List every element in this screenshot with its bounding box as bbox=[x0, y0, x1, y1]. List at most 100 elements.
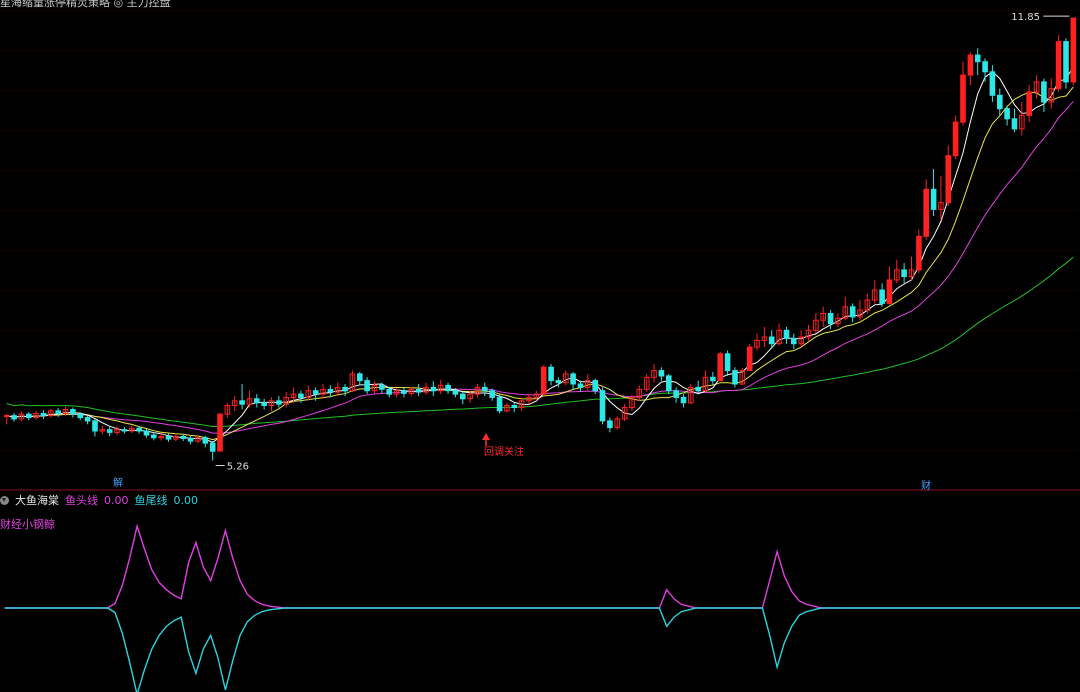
candle-body bbox=[599, 390, 606, 422]
indicator-side-label: 财经小钢鲸 bbox=[0, 518, 55, 531]
candle-body bbox=[607, 420, 613, 429]
candle-body bbox=[879, 289, 885, 304]
fish-head-value: 0.00 bbox=[104, 493, 129, 507]
ma60-line bbox=[6, 256, 1074, 428]
candle-body bbox=[1041, 81, 1047, 103]
candle-body bbox=[92, 420, 98, 432]
candle-body bbox=[106, 429, 113, 433]
candle-body bbox=[930, 188, 937, 210]
candle-body bbox=[180, 435, 186, 439]
candle-body bbox=[239, 400, 245, 405]
candle-body bbox=[945, 155, 952, 204]
candle-body bbox=[768, 336, 775, 345]
candle-body bbox=[452, 390, 459, 395]
candle-body bbox=[592, 380, 599, 392]
candle-body bbox=[548, 366, 554, 382]
candle-body bbox=[960, 74, 966, 123]
candle-body bbox=[496, 396, 503, 412]
candle-body bbox=[570, 373, 576, 385]
candle-body bbox=[187, 437, 194, 442]
candle-body bbox=[254, 398, 260, 404]
candle-body bbox=[276, 400, 282, 405]
candle-body bbox=[746, 346, 753, 372]
ma20-line bbox=[6, 100, 1074, 434]
ma10-line bbox=[6, 86, 1074, 441]
candle-body bbox=[555, 380, 562, 384]
candle-body bbox=[1055, 41, 1062, 90]
candle-body bbox=[1011, 118, 1018, 130]
price-high-label: 11.85 bbox=[1011, 12, 1040, 23]
candle-body bbox=[26, 413, 32, 419]
candle-body bbox=[658, 370, 665, 377]
ma5-line bbox=[6, 66, 1074, 443]
candle-body bbox=[55, 410, 62, 415]
fish-tail-line bbox=[4, 607, 1080, 692]
marker-right: 财 bbox=[921, 479, 931, 492]
candle-body bbox=[577, 383, 584, 388]
candle-body bbox=[916, 235, 922, 271]
candle-body bbox=[165, 435, 172, 440]
candle-body bbox=[84, 417, 91, 422]
chart-top-caption: 星海缩量涨停精灵策略 ◎ 主力控盘 bbox=[0, 0, 171, 9]
candle-body bbox=[202, 437, 209, 444]
candle-body bbox=[415, 388, 422, 393]
fish-tail-label: 鱼尾线 bbox=[134, 494, 168, 507]
candle-body bbox=[1070, 17, 1077, 83]
candle-body bbox=[989, 71, 996, 96]
candle-body bbox=[952, 121, 959, 157]
candle-body bbox=[982, 61, 988, 73]
candle-body bbox=[151, 434, 157, 439]
indicator-name: 大鱼海棠 bbox=[15, 494, 59, 507]
candle-body bbox=[357, 373, 363, 382]
candle-body bbox=[673, 390, 679, 398]
candle-body bbox=[886, 279, 893, 304]
candle-body bbox=[724, 353, 731, 372]
candle-body bbox=[540, 366, 547, 395]
candle-body bbox=[70, 409, 76, 415]
candle-body bbox=[1063, 41, 1069, 83]
indicator-header: 大鱼海棠 鱼头线 0.00 鱼尾线 0.00 bbox=[0, 492, 198, 508]
candle-body bbox=[11, 415, 17, 420]
collapse-circle-icon[interactable] bbox=[0, 495, 9, 505]
candle-body bbox=[974, 54, 981, 63]
candle-body bbox=[379, 384, 385, 390]
fish-tail-value: 0.00 bbox=[173, 493, 199, 507]
candle-body bbox=[298, 393, 304, 399]
fish-head-line bbox=[4, 523, 1080, 609]
stock-chart-canvas: 11.85 5.26 回调关注解 财 bbox=[0, 9, 1080, 692]
candle-body bbox=[666, 375, 672, 392]
candle-body bbox=[136, 427, 142, 432]
price-low-label: 5.26 bbox=[227, 462, 249, 473]
candle-body bbox=[445, 384, 451, 392]
candle-body bbox=[849, 306, 856, 318]
candle-body bbox=[401, 390, 407, 394]
candle-body bbox=[827, 313, 834, 325]
candle-body bbox=[261, 402, 267, 406]
up-arrow-icon bbox=[482, 433, 490, 440]
candle-body bbox=[386, 388, 392, 395]
candle-body bbox=[482, 386, 488, 392]
candle-body bbox=[1026, 91, 1033, 116]
candle-body bbox=[460, 393, 466, 400]
candle-body bbox=[710, 376, 716, 382]
candle-body bbox=[489, 390, 495, 398]
candle-body bbox=[342, 386, 348, 392]
candle-body bbox=[680, 396, 687, 404]
candle-body bbox=[695, 386, 702, 392]
candle-body bbox=[997, 94, 1003, 110]
candle-body bbox=[923, 188, 930, 237]
fish-head-label: 鱼头线 bbox=[65, 494, 98, 507]
candle-body bbox=[312, 390, 319, 395]
marker-left: 解 bbox=[113, 476, 123, 489]
candle-body bbox=[217, 413, 223, 452]
candle-body bbox=[732, 370, 738, 385]
candle-body bbox=[717, 353, 724, 382]
candle-body bbox=[901, 269, 907, 278]
candle-body bbox=[209, 442, 216, 452]
candle-body bbox=[364, 380, 370, 392]
candle-body bbox=[327, 388, 334, 393]
candle-body bbox=[121, 429, 128, 432]
annotation-label: 回调关注 bbox=[484, 445, 524, 458]
candle-body bbox=[430, 386, 437, 392]
candle-body bbox=[791, 337, 797, 345]
